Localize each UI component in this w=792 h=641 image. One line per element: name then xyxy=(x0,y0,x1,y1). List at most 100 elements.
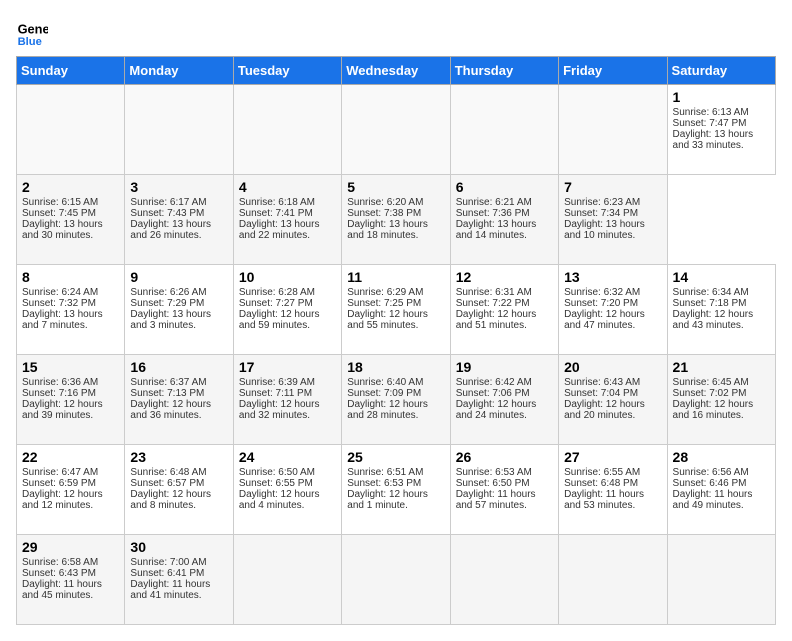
day-number: 2 xyxy=(22,179,119,195)
daylight: Daylight: 11 hours and 45 minutes. xyxy=(22,579,102,601)
week-row-5: 29Sunrise: 6:58 AMSunset: 6:43 PMDayligh… xyxy=(17,535,776,625)
calendar-cell: 29Sunrise: 6:58 AMSunset: 6:43 PMDayligh… xyxy=(17,535,125,625)
calendar-cell: 16Sunrise: 6:37 AMSunset: 7:13 PMDayligh… xyxy=(125,355,233,445)
sunset: Sunset: 7:29 PM xyxy=(130,298,204,309)
sunrise: Sunrise: 6:53 AM xyxy=(456,467,532,478)
sunrise: Sunrise: 6:43 AM xyxy=(564,377,640,388)
sunset: Sunset: 6:55 PM xyxy=(239,478,313,489)
day-number: 27 xyxy=(564,449,661,465)
sunrise: Sunrise: 6:13 AM xyxy=(673,107,749,118)
sunset: Sunset: 7:27 PM xyxy=(239,298,313,309)
calendar-cell xyxy=(450,85,558,175)
day-number: 15 xyxy=(22,359,119,375)
calendar-cell xyxy=(342,535,450,625)
day-number: 20 xyxy=(564,359,661,375)
calendar-cell xyxy=(559,85,667,175)
calendar-cell: 5Sunrise: 6:20 AMSunset: 7:38 PMDaylight… xyxy=(342,175,450,265)
sunrise: Sunrise: 6:31 AM xyxy=(456,287,532,298)
day-number: 6 xyxy=(456,179,553,195)
daylight: Daylight: 12 hours and 32 minutes. xyxy=(239,399,320,421)
calendar-cell: 14Sunrise: 6:34 AMSunset: 7:18 PMDayligh… xyxy=(667,265,775,355)
daylight: Daylight: 12 hours and 51 minutes. xyxy=(456,309,537,331)
daylight: Daylight: 12 hours and 16 minutes. xyxy=(673,399,754,421)
calendar-cell: 27Sunrise: 6:55 AMSunset: 6:48 PMDayligh… xyxy=(559,445,667,535)
col-header-tuesday: Tuesday xyxy=(233,57,341,85)
calendar-cell xyxy=(559,535,667,625)
calendar-cell: 12 Sunrise: 6:31 AMSunset: 7:22 PMDayligh… xyxy=(450,265,558,355)
sunset: Sunset: 7:16 PM xyxy=(22,388,96,399)
calendar-cell: 19Sunrise: 6:42 AMSunset: 7:06 PMDayligh… xyxy=(450,355,558,445)
daylight: Daylight: 13 hours and 14 minutes. xyxy=(456,219,537,241)
day-number: 1 xyxy=(673,89,770,105)
daylight: Daylight: 12 hours and 1 minute. xyxy=(347,489,428,511)
day-number: 23 xyxy=(130,449,227,465)
calendar-cell: 9Sunrise: 6:26 AMSunset: 7:29 PMDaylight… xyxy=(125,265,233,355)
sunset: Sunset: 7:47 PM xyxy=(673,118,747,129)
sunrise: Sunrise: 6:51 AM xyxy=(347,467,423,478)
svg-text:General: General xyxy=(18,22,48,37)
daylight: Daylight: 13 hours and 3 minutes. xyxy=(130,309,211,331)
sunrise: Sunrise: 6:36 AM xyxy=(22,377,98,388)
calendar-cell xyxy=(125,85,233,175)
day-number: 24 xyxy=(239,449,336,465)
daylight: Daylight: 12 hours and 36 minutes. xyxy=(130,399,211,421)
calendar-cell: 22Sunrise: 6:47 AMSunset: 6:59 PMDayligh… xyxy=(17,445,125,535)
sunrise: Sunrise: 6:45 AM xyxy=(673,377,749,388)
calendar-cell: 7Sunrise: 6:23 AMSunset: 7:34 PMDaylight… xyxy=(559,175,667,265)
day-number: 12 xyxy=(456,269,553,285)
day-number: 28 xyxy=(673,449,770,465)
daylight: Daylight: 13 hours and 7 minutes. xyxy=(22,309,103,331)
col-header-saturday: Saturday xyxy=(667,57,775,85)
sunset: Sunset: 7:45 PM xyxy=(22,208,96,219)
sunset: Sunset: 7:38 PM xyxy=(347,208,421,219)
sunset: Sunset: 7:22 PM xyxy=(456,298,530,309)
sunset: Sunset: 7:25 PM xyxy=(347,298,421,309)
calendar-cell: 11Sunrise: 6:29 AMSunset: 7:25 PMDayligh… xyxy=(342,265,450,355)
sunrise: Sunrise: 6:28 AM xyxy=(239,287,315,298)
daylight: Daylight: 12 hours and 43 minutes. xyxy=(673,309,754,331)
day-number: 30 xyxy=(130,539,227,555)
week-row-0: 1Sunrise: 6:13 AMSunset: 7:47 PMDaylight… xyxy=(17,85,776,175)
daylight: Daylight: 11 hours and 53 minutes. xyxy=(564,489,644,511)
calendar-cell xyxy=(233,535,341,625)
daylight: Daylight: 12 hours and 55 minutes. xyxy=(347,309,428,331)
sunrise: Sunrise: 6:23 AM xyxy=(564,197,640,208)
day-number: 10 xyxy=(239,269,336,285)
sunrise: Sunrise: 6:48 AM xyxy=(130,467,206,478)
sunset: Sunset: 7:09 PM xyxy=(347,388,421,399)
sunset: Sunset: 6:50 PM xyxy=(456,478,530,489)
sunset: Sunset: 7:20 PM xyxy=(564,298,638,309)
daylight: Daylight: 13 hours and 22 minutes. xyxy=(239,219,320,241)
calendar-cell: 17Sunrise: 6:39 AMSunset: 7:11 PMDayligh… xyxy=(233,355,341,445)
daylight: Daylight: 13 hours and 18 minutes. xyxy=(347,219,428,241)
daylight: Daylight: 12 hours and 39 minutes. xyxy=(22,399,103,421)
week-row-2: 8Sunrise: 6:24 AMSunset: 7:32 PMDaylight… xyxy=(17,265,776,355)
sunrise: Sunrise: 6:17 AM xyxy=(130,197,206,208)
calendar-cell xyxy=(450,535,558,625)
daylight: Daylight: 13 hours and 26 minutes. xyxy=(130,219,211,241)
col-header-friday: Friday xyxy=(559,57,667,85)
sunset: Sunset: 6:57 PM xyxy=(130,478,204,489)
day-number: 14 xyxy=(673,269,770,285)
daylight: Daylight: 11 hours and 49 minutes. xyxy=(673,489,753,511)
sunset: Sunset: 7:32 PM xyxy=(22,298,96,309)
sunset: Sunset: 7:13 PM xyxy=(130,388,204,399)
daylight: Daylight: 12 hours and 47 minutes. xyxy=(564,309,645,331)
day-number: 9 xyxy=(130,269,227,285)
daylight: Daylight: 13 hours and 10 minutes. xyxy=(564,219,645,241)
calendar-cell: 1Sunrise: 6:13 AMSunset: 7:47 PMDaylight… xyxy=(667,85,775,175)
col-header-sunday: Sunday xyxy=(17,57,125,85)
day-number: 22 xyxy=(22,449,119,465)
calendar-cell: 4Sunrise: 6:18 AMSunset: 7:41 PMDaylight… xyxy=(233,175,341,265)
daylight: Daylight: 12 hours and 4 minutes. xyxy=(239,489,320,511)
calendar-cell: 30Sunrise: 7:00 AMSunset: 6:41 PMDayligh… xyxy=(125,535,233,625)
calendar-cell: 13Sunrise: 6:32 AMSunset: 7:20 PMDayligh… xyxy=(559,265,667,355)
calendar-cell: 20Sunrise: 6:43 AMSunset: 7:04 PMDayligh… xyxy=(559,355,667,445)
sunset: Sunset: 6:48 PM xyxy=(564,478,638,489)
calendar-cell: 8Sunrise: 6:24 AMSunset: 7:32 PMDaylight… xyxy=(17,265,125,355)
sunrise: Sunrise: 6:39 AM xyxy=(239,377,315,388)
sunrise: Sunrise: 6:42 AM xyxy=(456,377,532,388)
day-number: 5 xyxy=(347,179,444,195)
day-number: 29 xyxy=(22,539,119,555)
calendar-cell xyxy=(233,85,341,175)
